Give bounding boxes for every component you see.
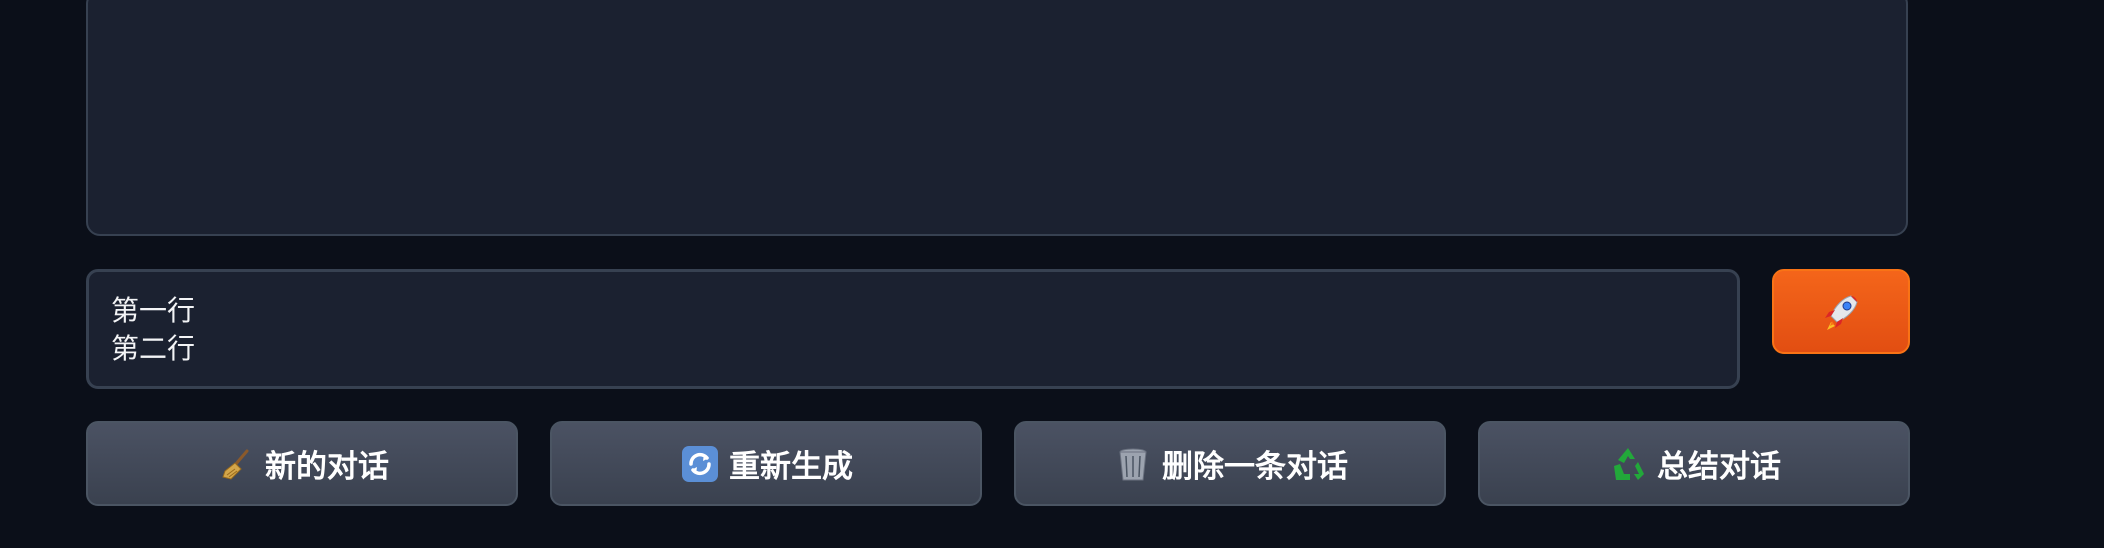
- send-button[interactable]: [1772, 269, 1910, 354]
- delete-message-label: 删除一条对话: [1162, 449, 1348, 485]
- recycle-icon: [1607, 443, 1649, 485]
- message-input[interactable]: 第一行 第二行: [86, 269, 1740, 389]
- refresh-icon: [679, 443, 721, 485]
- delete-message-button[interactable]: 删除一条对话: [1014, 421, 1446, 506]
- broom-icon: [215, 443, 257, 485]
- regenerate-label: 重新生成: [729, 449, 853, 485]
- summarize-conversation-label: 总结对话: [1657, 449, 1781, 485]
- new-conversation-button[interactable]: 新的对话: [86, 421, 518, 506]
- trash-icon: [1112, 443, 1154, 485]
- action-buttons: 新的对话 重新生成 删除一条对话 总结对话: [86, 421, 1910, 506]
- rocket-icon: [1825, 294, 1858, 330]
- new-conversation-label: 新的对话: [265, 449, 389, 485]
- chatbot-output-panel: [86, 0, 1908, 236]
- summarize-conversation-button[interactable]: 总结对话: [1478, 421, 1910, 506]
- regenerate-button[interactable]: 重新生成: [550, 421, 982, 506]
